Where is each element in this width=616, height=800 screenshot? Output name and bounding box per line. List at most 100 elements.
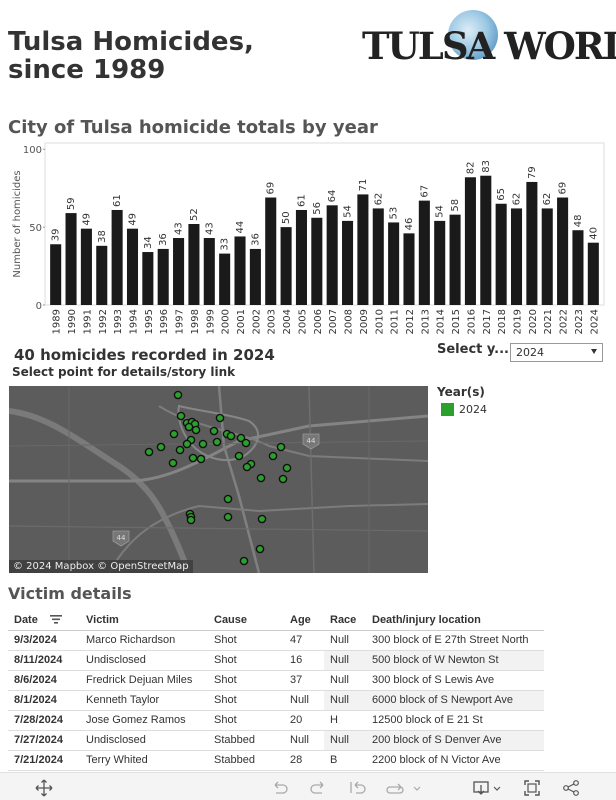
- table-row[interactable]: 7/27/2024 Undisclosed Stabbed Null Null 200 b…: [8, 730, 544, 751]
- map-point[interactable]: [182, 439, 192, 449]
- column-header-age[interactable]: Age: [284, 610, 324, 631]
- map-point[interactable]: [241, 438, 251, 448]
- column-header-cause[interactable]: Cause: [208, 610, 284, 631]
- fullscreen-icon[interactable]: [523, 779, 541, 797]
- tulsa-world-logo[interactable]: TULSA WORLD: [360, 8, 616, 68]
- map-point[interactable]: [191, 425, 201, 435]
- map-point[interactable]: [184, 422, 194, 432]
- move-icon[interactable]: [35, 779, 53, 797]
- refresh-icon[interactable]: [386, 779, 404, 797]
- bar[interactable]: [50, 244, 62, 305]
- road: [9, 525, 428, 532]
- bar[interactable]: [510, 208, 523, 305]
- table-row[interactable]: 8/1/2024 Kenneth Taylor Shot Null Null 6000 b…: [8, 690, 544, 711]
- map-point[interactable]: [255, 544, 265, 554]
- map-point[interactable]: [169, 429, 179, 439]
- bar[interactable]: [65, 213, 77, 305]
- map-point[interactable]: [256, 473, 266, 483]
- table-row[interactable]: 9/3/2024 Marco Richardson Shot 47 Null 300 bl…: [8, 630, 544, 651]
- map-point[interactable]: [282, 463, 292, 473]
- map-point[interactable]: [278, 474, 288, 484]
- map-point[interactable]: [186, 515, 196, 525]
- map-point[interactable]: [242, 462, 252, 472]
- revert-icon[interactable]: [348, 779, 366, 797]
- table-row[interactable]: 8/11/2024 Undisclosed Shot 16 Null 500 block …: [8, 650, 544, 671]
- legend-swatch[interactable]: [441, 403, 454, 416]
- bar[interactable]: [188, 224, 200, 305]
- bar[interactable]: [418, 200, 430, 305]
- bar[interactable]: [249, 248, 261, 305]
- table-row[interactable]: 7/21/2024 Terry Whited Stabbed 28 B 2200 bloc…: [8, 750, 544, 771]
- map-attribution[interactable]: © 2024 Mapbox © OpenStreetMap: [9, 560, 193, 573]
- column-header-race[interactable]: Race: [324, 610, 366, 631]
- map-point[interactable]: [144, 447, 154, 457]
- map-point[interactable]: [198, 439, 208, 449]
- bar[interactable]: [434, 220, 446, 305]
- bar[interactable]: [203, 238, 215, 305]
- bar[interactable]: [464, 177, 476, 305]
- bar[interactable]: [219, 253, 231, 305]
- year-select[interactable]: 2024: [510, 343, 603, 362]
- map-point[interactable]: [257, 514, 267, 524]
- bar[interactable]: [265, 197, 277, 305]
- bar[interactable]: [234, 236, 246, 305]
- legend-label[interactable]: 2024: [459, 403, 487, 416]
- map-point[interactable]: [175, 445, 185, 455]
- map-point[interactable]: [215, 413, 225, 423]
- map-point[interactable]: [173, 390, 183, 400]
- bar[interactable]: [541, 208, 553, 305]
- bar[interactable]: [572, 230, 584, 305]
- undo-icon[interactable]: [270, 779, 288, 797]
- bar[interactable]: [342, 220, 354, 305]
- map-points[interactable]: [144, 390, 292, 566]
- map-point[interactable]: [276, 442, 286, 452]
- map-point[interactable]: [196, 454, 206, 464]
- bar[interactable]: [388, 222, 400, 305]
- map-point[interactable]: [212, 437, 222, 447]
- table-row[interactable]: 7/28/2024 Jose Gomez Ramos Shot 20 H 12500 bl…: [8, 710, 544, 731]
- share-icon[interactable]: [562, 779, 580, 797]
- map-point[interactable]: [156, 442, 166, 452]
- map-point[interactable]: [168, 458, 178, 468]
- bar[interactable]: [480, 175, 492, 305]
- map-point[interactable]: [223, 494, 233, 504]
- bar[interactable]: [495, 203, 507, 305]
- bar[interactable]: [142, 252, 154, 305]
- homicide-map[interactable]: 44 44 © 2024 Mapbox © OpenStreetMap: [9, 386, 428, 573]
- column-header-victim[interactable]: Victim: [80, 610, 208, 631]
- map-point[interactable]: [234, 451, 244, 461]
- bar[interactable]: [311, 217, 323, 305]
- bar[interactable]: [126, 228, 139, 305]
- logo-text: TULSA WORLD: [362, 24, 616, 68]
- sort-icon[interactable]: [49, 615, 62, 624]
- bar[interactable]: [587, 242, 599, 305]
- map-point[interactable]: [239, 556, 249, 566]
- bar[interactable]: [403, 233, 415, 305]
- bar[interactable]: [295, 209, 307, 305]
- x-tick-label: 2001: [236, 309, 247, 334]
- bar[interactable]: [526, 181, 538, 305]
- map-point[interactable]: [268, 451, 278, 461]
- bar[interactable]: [557, 197, 569, 305]
- bar[interactable]: [173, 238, 185, 305]
- bar[interactable]: [111, 209, 123, 305]
- bar[interactable]: [449, 214, 461, 305]
- table-row[interactable]: 8/6/2024 Fredrick Dejuan Miles Shot 37 Null 3…: [8, 670, 544, 691]
- map-point[interactable]: [176, 411, 186, 421]
- column-header-date[interactable]: Date: [8, 610, 80, 631]
- map-point[interactable]: [188, 453, 198, 463]
- download-icon[interactable]: [472, 779, 502, 797]
- bar[interactable]: [357, 194, 369, 305]
- bar[interactable]: [372, 208, 384, 305]
- chevron-down-icon[interactable]: [412, 779, 422, 797]
- map-point[interactable]: [226, 431, 236, 441]
- bar[interactable]: [280, 227, 292, 305]
- column-header-location[interactable]: Death/injury location: [366, 610, 544, 631]
- bar[interactable]: [157, 248, 169, 305]
- bar[interactable]: [326, 205, 338, 305]
- redo-icon[interactable]: [310, 779, 328, 797]
- bar[interactable]: [96, 245, 108, 305]
- map-point[interactable]: [223, 512, 233, 522]
- bar[interactable]: [80, 228, 92, 305]
- map-point[interactable]: [209, 426, 219, 436]
